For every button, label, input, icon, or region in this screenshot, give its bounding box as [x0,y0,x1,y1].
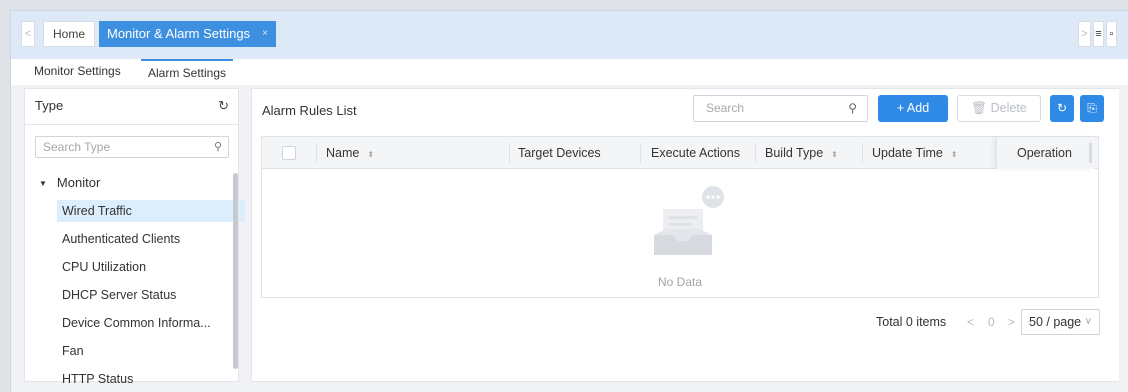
tab-home[interactable]: Home [43,21,95,47]
column-execute-actions: Execute Actions [651,146,740,160]
column-divider [640,143,641,163]
column-divider [316,143,317,163]
tree-node-monitor[interactable]: ▼ Monitor [39,175,100,190]
chevron-down-icon: ∨ [1084,316,1092,327]
chevron-right-icon[interactable]: > [1078,21,1091,47]
trash-icon: 🗑 [971,101,988,115]
tree-item-wired-traffic[interactable]: Wired Traffic [57,200,245,222]
add-button[interactable]: + Add [878,95,948,122]
column-name[interactable]: Name ⬍ [326,137,374,169]
tree-item-fan[interactable]: Fan [57,340,245,362]
export-button[interactable]: ⎘ [1080,95,1104,122]
tree-node-label: Monitor [56,175,101,190]
tree-item-cpu-utilization[interactable]: CPU Utilization [57,256,245,278]
type-search-input[interactable]: Search Type ⚲ [35,136,229,158]
refresh-icon: ↻ [1056,101,1068,115]
refresh-button[interactable]: ↻ [1050,95,1074,122]
empty-inbox-icon [654,186,724,255]
table-header: Name ⬍ Target Devices Execute Actions Bui… [262,137,1098,169]
type-panel: Type ↻ Search Type ⚲ ▼ Monitor Wired Traf… [24,88,245,386]
subtab-strip [237,59,1128,85]
select-all-checkbox[interactable] [282,146,296,160]
alarm-rules-table: Name ⬍ Target Devices Execute Actions Bui… [261,136,1099,298]
pagination-page[interactable]: 0 [988,315,995,329]
caret-down-icon[interactable]: ▼ [39,179,47,188]
sort-icon[interactable]: ⬍ [951,150,958,159]
column-divider [755,143,756,163]
search-placeholder: Search [706,101,745,115]
search-icon[interactable]: ⚲ [848,96,857,121]
column-label: Name [326,146,360,160]
column-label: Update Time [872,146,943,160]
column-label: Build Type [765,146,824,160]
page-size-select[interactable]: 50 / page ∨ [1021,309,1100,335]
tree-scrollbar[interactable] [233,173,238,369]
column-build-type[interactable]: Build Type ⬍ [765,137,838,169]
empty-state-text: No Data [657,275,703,289]
close-icon[interactable]: × [262,21,268,47]
sort-icon[interactable]: ⬍ [367,150,374,159]
panel-title: Alarm Rules List [262,103,357,118]
search-icon[interactable]: ⚲ [214,137,222,157]
hamburger-icon[interactable]: ≡ [1093,21,1104,47]
subtab-bar: Monitor Settings Alarm Settings [25,59,237,85]
chevron-left-icon[interactable]: < [21,21,35,47]
tab-monitor-alarm-settings[interactable]: Monitor & Alarm Settings × [99,21,276,47]
pagination-total: Total 0 items [876,315,947,329]
tree-item-dhcp-server-status[interactable]: DHCP Server Status [57,284,245,306]
tree-item-authenticated-clients[interactable]: Authenticated Clients [57,228,245,250]
pagination-prev[interactable]: < [967,315,974,329]
page-size-value: 50 / page [1029,315,1082,329]
tab-alarm-settings[interactable]: Alarm Settings [141,59,233,85]
alarm-rules-panel: Alarm Rules List Search ⚲ + Add 🗑 Delete… [251,88,1119,382]
pagination-next[interactable]: > [1008,315,1015,329]
tree-item-http-status[interactable]: HTTP Status [57,368,245,390]
type-panel-header: Type ↻ [25,89,238,125]
document-search-icon: ⎘ [1087,101,1097,115]
column-update-time[interactable]: Update Time ⬍ [872,137,958,169]
column-resize-handle[interactable] [1089,143,1092,163]
column-divider [862,143,863,163]
type-panel-title: Type [35,98,64,113]
delete-button[interactable]: 🗑 Delete [957,95,1041,122]
trash-icon[interactable]: ▫ [1106,21,1117,47]
column-operation: Operation [1017,146,1072,160]
tree-item-device-common-information[interactable]: Device Common Informa... [57,312,245,334]
search-placeholder: Search Type [43,140,111,154]
refresh-icon[interactable]: ↻ [218,89,229,123]
tab-monitor-settings[interactable]: Monitor Settings [34,59,121,85]
sort-icon[interactable]: ⬍ [831,150,838,159]
column-target-devices: Target Devices [518,146,601,160]
tab-bar: < Home Monitor & Alarm Settings × > ≡ ▫ [11,11,1128,59]
operation-column: Operation [996,137,1094,169]
tab-label: Monitor & Alarm Settings [107,26,251,41]
column-divider [509,143,510,163]
delete-label: Delete [990,101,1027,115]
search-input[interactable]: Search ⚲ [693,95,868,122]
